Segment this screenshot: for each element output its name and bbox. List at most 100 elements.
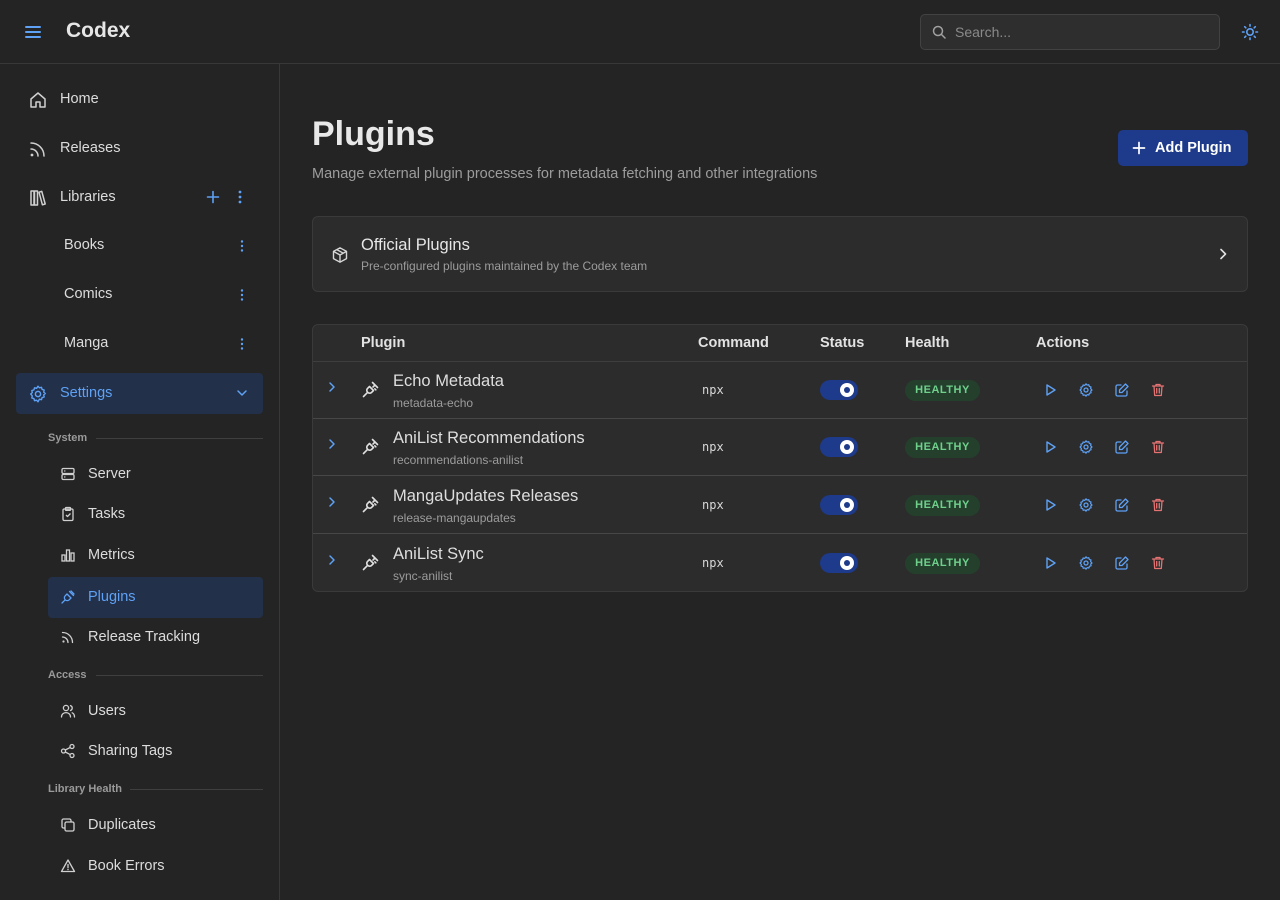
- sidebar-item-libraries[interactable]: Libraries: [16, 177, 263, 218]
- trash-icon[interactable]: [1150, 555, 1166, 571]
- sidebar-item-releases[interactable]: Releases: [16, 128, 263, 169]
- section-divider: [130, 789, 263, 790]
- expand-chevron-icon[interactable]: [326, 554, 338, 566]
- health-badge: HEALTHY: [905, 380, 980, 401]
- table-row: AniList Recommendations recommendations-…: [313, 419, 1247, 476]
- plugin-command: npx: [702, 383, 724, 397]
- theme-toggle-sun-icon[interactable]: [1240, 22, 1260, 42]
- plug-icon: [361, 552, 381, 572]
- play-icon[interactable]: [1042, 439, 1058, 455]
- column-header-health: Health: [905, 335, 950, 351]
- column-header-status: Status: [820, 335, 865, 351]
- sidebar-item-metrics[interactable]: Metrics: [48, 535, 263, 576]
- library-more-icon[interactable]: [234, 238, 250, 254]
- edit-icon[interactable]: [1114, 439, 1130, 455]
- sidebar-item-label: Comics: [64, 286, 113, 302]
- books-icon: [28, 188, 48, 208]
- official-plugins-card[interactable]: Official Plugins Pre-configured plugins …: [312, 216, 1248, 292]
- status-toggle[interactable]: [820, 437, 858, 457]
- sidebar-item-server[interactable]: Server: [48, 454, 263, 495]
- users-icon: [60, 703, 76, 719]
- sidebar-item-label: Users: [88, 703, 126, 719]
- plugin-command: npx: [702, 440, 724, 454]
- column-header-actions: Actions: [1036, 335, 1090, 351]
- sidebar-item-plugins[interactable]: Plugins: [48, 577, 263, 618]
- sidebar-item-book-errors[interactable]: Book Errors: [48, 846, 263, 887]
- page-description: Manage external plugin processes for met…: [312, 166, 818, 182]
- library-more-icon[interactable]: [234, 287, 250, 303]
- plugin-name: MangaUpdates Releases: [393, 487, 579, 505]
- table-row: AniList Sync sync-anilist npx HEALTHY: [313, 535, 1247, 591]
- sidebar-item-label: Home: [60, 91, 99, 107]
- expand-chevron-icon[interactable]: [326, 438, 338, 450]
- page-title: Plugins: [312, 115, 435, 153]
- sidebar-item-users[interactable]: Users: [48, 691, 263, 732]
- menu-icon[interactable]: [24, 23, 42, 41]
- edit-icon[interactable]: [1114, 555, 1130, 571]
- section-divider: [96, 675, 263, 676]
- gear-icon[interactable]: [1078, 439, 1094, 455]
- share-icon: [60, 743, 76, 759]
- plugin-command: npx: [702, 498, 724, 512]
- add-plugin-button[interactable]: Add Plugin: [1118, 130, 1248, 166]
- expand-chevron-icon[interactable]: [326, 381, 338, 393]
- library-more-icon[interactable]: [234, 336, 250, 352]
- sidebar-item-tasks[interactable]: Tasks: [48, 494, 263, 535]
- gear-icon[interactable]: [1078, 497, 1094, 513]
- expand-chevron-icon[interactable]: [326, 496, 338, 508]
- edit-icon[interactable]: [1114, 382, 1130, 398]
- status-toggle[interactable]: [820, 553, 858, 573]
- trash-icon[interactable]: [1150, 497, 1166, 513]
- sidebar-item-label: Books: [64, 237, 105, 253]
- sidebar-item-release-tracking[interactable]: Release Tracking: [48, 617, 263, 658]
- sidebar: Home Releases Libraries Books Comics Man…: [0, 64, 280, 900]
- plugin-name: AniList Sync: [393, 545, 484, 563]
- gear-icon: [28, 384, 48, 404]
- warning-icon: [60, 858, 76, 874]
- search-input[interactable]: [955, 15, 1215, 49]
- sidebar-library-manga[interactable]: Manga: [16, 323, 263, 364]
- server-icon: [60, 466, 76, 482]
- gear-icon[interactable]: [1078, 555, 1094, 571]
- plugin-id: metadata-echo: [393, 396, 474, 410]
- gear-icon[interactable]: [1078, 382, 1094, 398]
- status-toggle[interactable]: [820, 380, 858, 400]
- sidebar-library-comics[interactable]: Comics: [16, 274, 263, 315]
- edit-icon[interactable]: [1114, 497, 1130, 513]
- health-badge: HEALTHY: [905, 553, 980, 574]
- plugin-name: Echo Metadata: [393, 372, 504, 390]
- sidebar-library-books[interactable]: Books: [16, 225, 263, 266]
- search-box[interactable]: [920, 14, 1220, 50]
- clipboard-icon: [60, 506, 76, 522]
- plugin-id: recommendations-anilist: [393, 453, 524, 467]
- app-brand[interactable]: Codex: [66, 19, 130, 43]
- sidebar-item-label: Duplicates: [88, 817, 156, 833]
- play-icon[interactable]: [1042, 382, 1058, 398]
- trash-icon[interactable]: [1150, 439, 1166, 455]
- rss-icon: [28, 139, 48, 159]
- toggle-knob: [840, 440, 854, 454]
- toggle-knob: [840, 556, 854, 570]
- trash-icon[interactable]: [1150, 382, 1166, 398]
- section-label-library-health: Library Health: [48, 783, 122, 795]
- sidebar-item-label: Release Tracking: [88, 629, 201, 645]
- plugin-name: AniList Recommendations: [393, 429, 585, 447]
- sidebar-item-label: Metrics: [88, 547, 135, 563]
- toggle-knob: [840, 383, 854, 397]
- table-header: Plugin Command Status Health Actions: [313, 325, 1247, 362]
- sidebar-item-label: Book Errors: [88, 858, 165, 874]
- health-badge: HEALTHY: [905, 495, 980, 516]
- play-icon[interactable]: [1042, 497, 1058, 513]
- play-icon[interactable]: [1042, 555, 1058, 571]
- sidebar-item-settings[interactable]: Settings: [16, 373, 263, 414]
- status-toggle[interactable]: [820, 495, 858, 515]
- sidebar-item-home[interactable]: Home: [16, 79, 263, 120]
- libraries-more-icon[interactable]: [232, 189, 248, 205]
- section-label-system: System: [48, 432, 88, 444]
- sidebar-item-sharing-tags[interactable]: Sharing Tags: [48, 731, 263, 772]
- add-plugin-label: Add Plugin: [1155, 140, 1232, 156]
- add-library-plus-icon[interactable]: [205, 189, 221, 205]
- official-plugins-subtitle: Pre-configured plugins maintained by the…: [361, 259, 648, 273]
- sidebar-item-duplicates[interactable]: Duplicates: [48, 805, 263, 846]
- plug-icon: [361, 494, 381, 514]
